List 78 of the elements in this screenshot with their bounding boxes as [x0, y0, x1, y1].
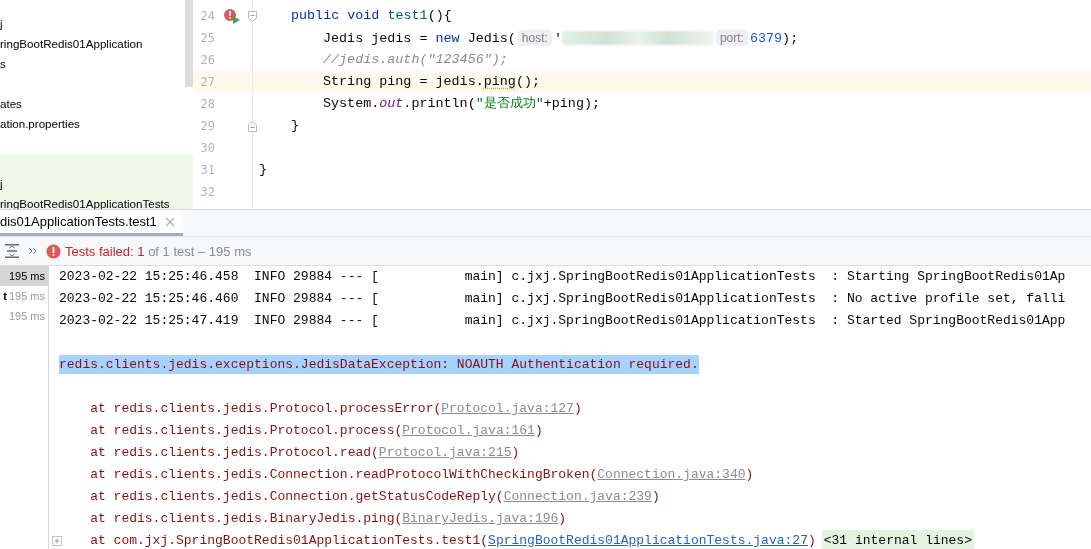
source-link[interactable]: Connection.java:340: [597, 467, 746, 482]
console-text: ): [534, 423, 543, 438]
line-number: 26: [199, 53, 215, 67]
run-tab[interactable]: dis01ApplicationTests.test1: [0, 210, 183, 236]
line-number: 25: [199, 31, 215, 45]
line-number: 30: [199, 141, 215, 155]
tree-item[interactable]: ringBootRedis01Application: [0, 37, 143, 50]
code-token: "是否成功": [475, 96, 544, 111]
tree-item[interactable]: j: [0, 17, 3, 30]
code-token: }: [291, 118, 300, 133]
source-link[interactable]: SpringBootRedis01ApplicationTests.java:27: [488, 533, 808, 548]
expand-icon[interactable]: [52, 536, 62, 546]
source-link[interactable]: Connection.java:239: [503, 489, 652, 504]
console-text: at redis.clients.jedis.Protocol.read(: [89, 445, 379, 460]
code-token: new: [435, 31, 460, 46]
close-icon[interactable]: [164, 216, 175, 227]
test-failed-run-icon[interactable]: [223, 8, 241, 24]
more-icon[interactable]: [28, 246, 38, 256]
code-token: out: [379, 96, 404, 111]
test-tree-row[interactable]: 195 ms: [0, 266, 48, 286]
test-tree-row[interactable]: t 195 ms: [0, 286, 48, 306]
fold-icon[interactable]: [248, 10, 257, 22]
code-token: Jedis jedis =: [323, 31, 429, 46]
line-number: 28: [199, 97, 215, 111]
console-text: ): [511, 445, 520, 460]
line-number: 31: [199, 163, 215, 177]
line-number: 27: [199, 75, 215, 89]
console-text: 2023-02-22 15:25:46.458 INFO 29884 --- [ main] c.jxj.SpringBootRedis01ApplicationTests : Starting SpringBootRedis01Ap: [59, 269, 1066, 284]
console-text: at redis.clients.jedis.BinaryJedis.ping(: [89, 511, 403, 526]
code-token: +ping);: [543, 96, 600, 111]
code-token: .println(: [403, 96, 476, 111]
test-summary: of 1 test – 195 ms: [148, 243, 252, 259]
code-token: (){: [427, 8, 452, 23]
tree-item[interactable]: j: [0, 177, 3, 190]
collapse-icon[interactable]: [4, 243, 20, 259]
code-token: ping: [483, 74, 516, 89]
code-token: String ping = jedis.: [323, 74, 484, 89]
fold-icon[interactable]: [248, 120, 257, 132]
console-text: ): [807, 533, 816, 548]
console-text: ): [745, 467, 754, 482]
console-text: at redis.clients.jedis.Protocol.processError(: [89, 401, 442, 416]
console-text: ): [573, 401, 582, 416]
code-token: Jedis(: [466, 31, 516, 46]
failed-count: 1: [137, 243, 145, 259]
console-text: ): [651, 489, 660, 504]
code-token: ();: [515, 74, 540, 89]
console-text: 2023-02-22 15:25:47.419 INFO 29884 --- [ main] c.jxj.SpringBootRedis01ApplicationTests : Started SpringBootRedis01App: [59, 313, 1066, 328]
line-number: 29: [199, 119, 215, 133]
line-number: 24: [199, 9, 215, 23]
source-link[interactable]: Protocol.java:215: [378, 445, 512, 460]
tree-item[interactable]: ates: [0, 97, 22, 110]
internal-lines-fold[interactable]: <31 internal lines>: [821, 530, 974, 549]
console-text: at redis.clients.jedis.Connection.getStatusCodeReply(: [89, 489, 504, 504]
code-token: );: [782, 31, 799, 46]
source-link[interactable]: BinaryJedis.java:196: [402, 511, 559, 526]
code-token: 6379: [749, 31, 783, 46]
error-icon: [46, 243, 61, 259]
parameter-hint: host:: [517, 30, 552, 46]
source-link[interactable]: Protocol.java:161: [402, 423, 535, 438]
console-text: at redis.clients.jedis.Connection.readProtocolWithCheckingBroken(: [89, 467, 598, 482]
tree-row-highlight[interactable]: j: [0, 174, 193, 194]
console-text: ): [558, 511, 567, 526]
line-number: 32: [199, 185, 215, 199]
code-token: public void: [291, 8, 381, 23]
parameter-hint: port:: [715, 30, 748, 46]
console-text: 2023-02-22 15:25:46.460 INFO 29884 --- [ main] c.jxj.SpringBootRedis01ApplicationTests : No active profile set, falli: [59, 291, 1066, 306]
scrollbar-thumb[interactable]: [185, 0, 193, 87]
console-text: redis.clients.jedis.exceptions.JedisDataException: NOAUTH Authentication required.: [59, 357, 699, 372]
console-text: at com.jxj.SpringBootRedis01ApplicationTests.test1(: [89, 533, 489, 548]
tree-item[interactable]: s: [0, 57, 6, 70]
tree-item[interactable]: ation.properties: [0, 117, 80, 130]
code-token: ': [553, 31, 562, 46]
tests-failed-label: Tests failed:: [65, 243, 134, 259]
code-token: test1: [387, 8, 428, 23]
code-token: //jedis.auth("123456");: [323, 52, 508, 67]
code-token: System.: [323, 96, 380, 111]
code-token: }: [259, 162, 268, 177]
console-text: at redis.clients.jedis.Protocol.process(: [89, 423, 403, 438]
